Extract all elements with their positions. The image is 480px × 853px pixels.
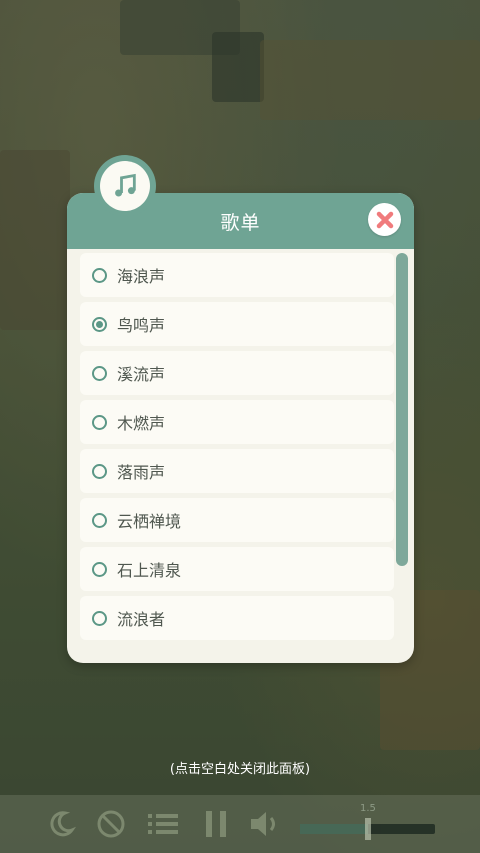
item-label: 流浪者 [117, 610, 166, 629]
speaker-icon[interactable] [248, 808, 282, 840]
item-label: 木燃声 [117, 414, 166, 433]
list-item-3[interactable]: 木燃声 [80, 400, 394, 444]
item-label: 鸟鸣声 [117, 316, 166, 335]
music-note-badge [94, 155, 156, 217]
radio-icon[interactable] [92, 414, 107, 430]
pause-icon[interactable] [200, 808, 232, 840]
item-label: 海浪声 [117, 267, 166, 286]
list-item-4[interactable]: 落雨声 [80, 449, 394, 493]
close-icon [376, 211, 393, 228]
list-item-1[interactable]: 鸟鸣声 [80, 302, 394, 346]
playlist-icon[interactable] [146, 808, 180, 840]
radio-selected-icon[interactable] [92, 316, 107, 332]
list-item-0[interactable]: 海浪声 [80, 253, 394, 297]
radio-icon[interactable] [92, 365, 107, 381]
close-button[interactable] [368, 203, 401, 236]
radio-icon[interactable] [92, 463, 107, 479]
volume-slider-fill [300, 824, 368, 834]
playlist-scrollbar[interactable] [396, 253, 408, 566]
list-item-7[interactable]: 流浪者 [80, 596, 394, 640]
playlist-list: 海浪声 鸟鸣声 溪流声 木燃声 落雨声 云栖禅境 石上清泉 流浪者 [80, 253, 394, 645]
list-item-2[interactable]: 溪流声 [80, 351, 394, 395]
item-label: 云栖禅境 [117, 512, 182, 531]
radio-icon[interactable] [92, 267, 107, 283]
list-item-6[interactable]: 石上清泉 [80, 547, 394, 591]
item-label: 落雨声 [117, 463, 166, 482]
music-note-icon [100, 161, 150, 211]
radio-icon[interactable] [92, 610, 107, 626]
list-item-5[interactable]: 云栖禅境 [80, 498, 394, 542]
volume-value: 1.5 [360, 803, 376, 814]
item-label: 石上清泉 [117, 561, 182, 580]
close-hint: (点击空白处关闭此面板) [169, 762, 311, 777]
no-entry-icon[interactable] [95, 808, 127, 840]
radio-icon[interactable] [92, 561, 107, 577]
panel-title: 歌单 [220, 211, 261, 234]
radio-icon[interactable] [92, 512, 107, 528]
item-label: 溪流声 [117, 365, 166, 384]
moon-icon[interactable] [45, 808, 77, 840]
volume-slider-handle[interactable] [364, 818, 371, 840]
